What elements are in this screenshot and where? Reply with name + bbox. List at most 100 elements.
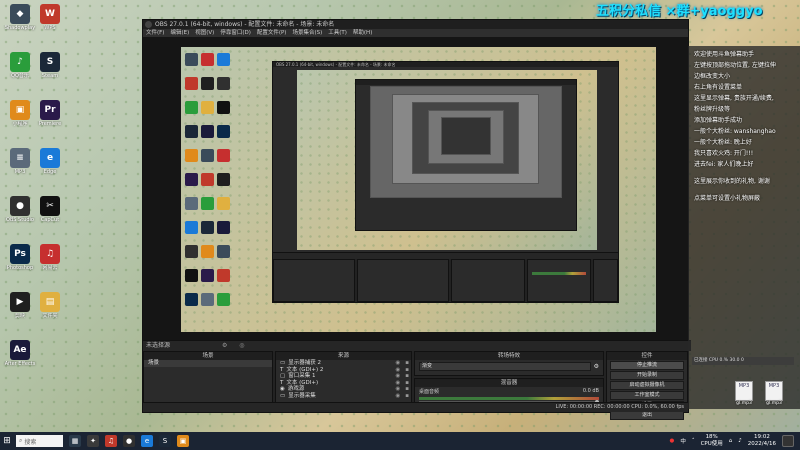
desktop-icon[interactable]: W WPS xyxy=(33,4,67,38)
menu-edit[interactable]: 编辑(E) xyxy=(170,29,189,37)
taskbar-clock[interactable]: 19:02 2022/4/16 xyxy=(748,434,776,448)
captured-desktop-icon xyxy=(201,293,214,306)
desktop-icon[interactable]: ✂ CapCut xyxy=(33,196,67,230)
window-titlebar: OBS 27.0.1 (64-bit, windows) - 配置文件: 未命名… xyxy=(143,20,688,29)
transitions-dock-title: 转场特效 xyxy=(415,352,603,360)
status-bar: LIVE: 00:00:00 REC: 00:00:00 CPU: 0.0%, … xyxy=(143,402,688,412)
desktop-icon[interactable]: ◆ Shadowplay xyxy=(3,4,37,38)
desktop-mp3-file[interactable]: MP3 gl.mp3 xyxy=(732,381,756,406)
chat-message: 粉丝牌升级等 xyxy=(694,106,731,113)
menu-profile[interactable]: 配置文件(P) xyxy=(257,29,287,37)
nested-obs-title-2 xyxy=(356,80,576,85)
start-recording-button[interactable]: 开始录制 xyxy=(610,371,684,380)
captured-desktop-icon xyxy=(185,125,198,138)
transition-gear-icon[interactable]: ⚙ xyxy=(594,363,599,370)
studio-mode-button[interactable]: 工作室模式 xyxy=(610,391,684,400)
preview-canvas[interactable]: OBS 27.0.1 (64-bit, windows) - 配置文件: 未命名… xyxy=(143,37,688,340)
properties-gear-icon[interactable]: ⚙ xyxy=(222,342,227,349)
desktop-icon[interactable]: e Edge xyxy=(33,148,67,182)
tray-ime-indicator[interactable]: 中 xyxy=(680,437,686,445)
lock-icon[interactable]: ▪ xyxy=(405,393,409,400)
windows-start-icon[interactable]: ⊞ xyxy=(0,432,14,450)
app-icon: ✂ xyxy=(40,196,60,216)
danmaku-chat-panel[interactable]: 欢迎使用斗鱼弹幕助手 左键按顶部拖动位置, 左键拉伸 边框改变大小 右上角有设置菜单这… xyxy=(688,46,800,409)
nested-obs-title: OBS 27.0.1 (64-bit, windows) - 配置文件: 未命名… xyxy=(273,62,618,67)
chat-message: 这里显示弹幕, 贵族开通/续费, xyxy=(694,95,774,102)
desktop-icon[interactable]: ● OBS Studio xyxy=(3,196,37,230)
captured-desktop-icon xyxy=(185,53,198,66)
captured-desktop-icon xyxy=(217,101,230,114)
app-icon: ▣ xyxy=(10,100,30,120)
source-item[interactable]: ▭ 显示器采集 ◉ ▪ xyxy=(276,393,411,400)
rocket-app-icon[interactable]: ✦ xyxy=(87,435,99,447)
desktop-icon[interactable]: S Steam xyxy=(33,52,67,86)
menu-file[interactable]: 文件(F) xyxy=(146,29,164,37)
tray-network-icon[interactable]: ⌂ xyxy=(729,438,733,444)
captured-desktop-icon xyxy=(217,293,230,306)
game-taskbar-icon[interactable]: ▣ xyxy=(177,435,189,447)
captured-desktop-icon xyxy=(217,77,230,90)
captured-desktop-icon xyxy=(217,173,230,186)
app-icon: S xyxy=(40,52,60,72)
captured-desktop-icon xyxy=(185,173,198,186)
scene-item[interactable]: 场景 xyxy=(144,360,272,367)
menu-view[interactable]: 视图(V) xyxy=(195,29,214,37)
visibility-eye-icon[interactable]: ◉ xyxy=(395,393,400,400)
desktop-icon[interactable]: Ps Photoshop xyxy=(3,244,37,278)
desktop-icon-label: 剪映 xyxy=(14,313,25,319)
desktop-icon[interactable]: ▤ 文件夹 xyxy=(33,292,67,326)
desktop-icon[interactable]: ▶ 剪映 xyxy=(3,292,37,326)
desktop-icon[interactable]: Pr Premiere xyxy=(33,100,67,134)
desktop-icon[interactable]: ≡ MP3 xyxy=(3,148,37,182)
captured-desktop-icon xyxy=(185,269,198,282)
edge-taskbar-icon[interactable]: e xyxy=(141,435,153,447)
menu-docks[interactable]: 停靠窗口(D) xyxy=(220,29,251,37)
search-icon: ⌕ xyxy=(19,437,23,444)
desktop-icon-label: Photoshop xyxy=(6,265,34,271)
chat-message: 点菜单可设置小礼物屏蔽 xyxy=(694,195,761,202)
captured-desktop-icon xyxy=(201,101,214,114)
stop-streaming-button[interactable]: 停止推流 xyxy=(610,361,684,370)
desktop-icon[interactable]: Ae After Effects xyxy=(3,340,37,374)
desktop-icon-label: CapCut xyxy=(40,217,60,223)
taskbar-search-box[interactable]: ⌕ 搜索 xyxy=(16,435,63,447)
filters-icon[interactable]: ◎ xyxy=(239,342,244,349)
display-icon: ▭ xyxy=(280,392,286,399)
app-icon: ≡ xyxy=(10,148,30,168)
virtual-camera-button[interactable]: 启动虚拟摄像机 xyxy=(610,381,684,390)
captured-desktop-icon xyxy=(185,197,198,210)
audio-meter xyxy=(419,397,599,400)
transition-select[interactable]: 渐变 xyxy=(419,362,591,371)
chat-message: 边框改变大小 xyxy=(694,73,731,80)
sources-dock-title: 来源 xyxy=(276,352,411,360)
obs-taskbar-icon[interactable]: ● xyxy=(123,435,135,447)
desktop-icon[interactable]: ♪ QQ音乐 xyxy=(3,52,37,86)
desktop-mp3-file[interactable]: MP3 gl.mp3 xyxy=(762,381,786,406)
tray-chevron-up-icon[interactable]: ˄ xyxy=(692,438,695,444)
netease-music-icon[interactable]: ♫ xyxy=(105,435,117,447)
desktop-icon[interactable]: ▣ 小程序 xyxy=(3,100,37,134)
windows-taskbar: ⊞ ⌕ 搜索 ▦ ✦ ♫ ● e S ▣ ● 中 ˄ 18% CPU使用 ⌂ ♪… xyxy=(0,432,800,450)
task-view-icon[interactable]: ▦ xyxy=(69,435,81,447)
exit-button[interactable]: 退出 xyxy=(610,411,684,420)
source-list: ▭ 显示器捕获 2 ◉ ▪ T 文本 (GDI+) 2 ◉ ▪ ▢ 窗口采集 1 ◉ ▪ T 文本 (GD… xyxy=(276,360,411,399)
captured-desktop-icon xyxy=(201,125,214,138)
desktop-icon-label: 小程序 xyxy=(12,121,28,127)
mixer-track: 桌面音频 0.0 dB xyxy=(419,388,599,395)
desktop-icon-label: QQ音乐 xyxy=(11,73,29,79)
steam-taskbar-icon[interactable]: S xyxy=(159,435,171,447)
menu-scene-collection[interactable]: 场景集合(S) xyxy=(292,29,322,37)
desktop-icon-label: 网易云 xyxy=(42,265,58,271)
tray-app-icon[interactable]: ● xyxy=(670,438,675,444)
desktop-icon[interactable]: ♫ 网易云 xyxy=(33,244,67,278)
tray-volume-icon[interactable]: ♪ xyxy=(738,438,742,444)
captured-desktop-icon xyxy=(201,269,214,282)
nested-obs-window-2 xyxy=(355,79,577,231)
cpu-usage-widget: 18% CPU使用 xyxy=(700,434,723,447)
chat-message: 一般个大粉丝: wanshanghao xyxy=(694,128,776,135)
menu-tools[interactable]: 工具(T) xyxy=(328,29,347,37)
app-icon: Ae xyxy=(10,340,30,360)
recursion-frame xyxy=(441,117,491,155)
notification-center-icon[interactable] xyxy=(782,435,794,447)
menu-help[interactable]: 帮助(H) xyxy=(353,29,372,37)
